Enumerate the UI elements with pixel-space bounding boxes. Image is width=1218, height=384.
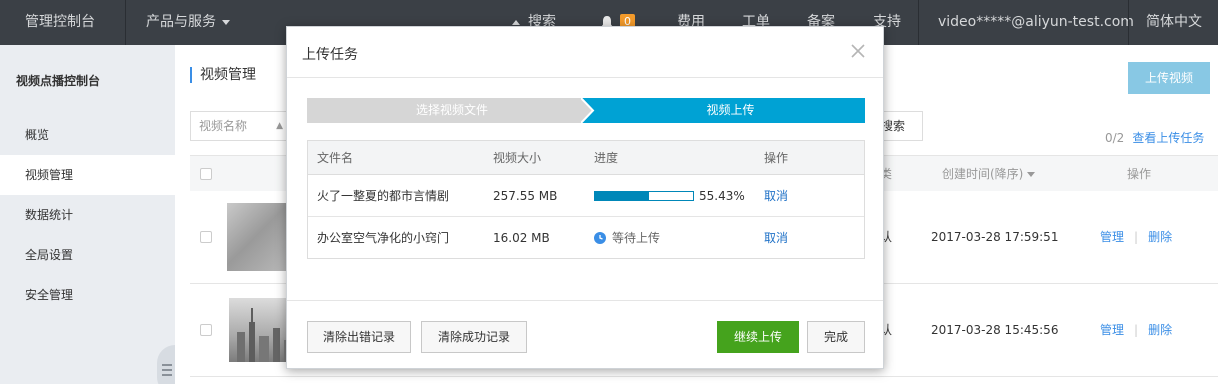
column-actions: 操作	[1127, 167, 1152, 181]
chevron-down-icon	[222, 19, 230, 25]
upload-progress-bar	[594, 191, 694, 201]
sidebar-collapse-toggle[interactable]	[157, 345, 175, 384]
column-created-label: 创建时间(降序)	[942, 167, 1024, 181]
upload-status: 等待上传	[594, 217, 660, 259]
divider	[125, 0, 126, 45]
divider: |	[1134, 323, 1139, 337]
upload-status-text: 等待上传	[612, 231, 661, 245]
delete-link[interactable]: 删除	[1148, 230, 1172, 244]
close-icon	[851, 44, 865, 58]
page-title: 视频管理	[190, 67, 256, 83]
clear-error-records-button[interactable]: 清除出错记录	[307, 321, 411, 353]
cancel-upload-link[interactable]: 取消	[764, 217, 788, 259]
sort-arrows-icon: ▲	[276, 121, 283, 131]
upload-progress-fill	[595, 192, 650, 200]
upload-task-dialog: 上传任务 选择视频文件 视频上传 文件名 视频大小 进度 操作 火了一整夏的都市…	[286, 26, 884, 369]
upload-progress-percent: 55.43%	[699, 189, 745, 203]
divider	[1128, 0, 1129, 45]
upload-task-table: 文件名 视频大小 进度 操作 火了一整夏的都市言情剧 257.55 MB 55.…	[307, 140, 865, 259]
divider	[918, 0, 919, 45]
column-created-sort[interactable]: 创建时间(降序)	[942, 156, 1041, 192]
file-name: 办公室空气净化的小窍门	[317, 231, 450, 245]
filter-select-value: 视频名称	[199, 119, 248, 133]
manage-link[interactable]: 管理	[1100, 323, 1124, 337]
clear-success-records-button[interactable]: 清除成功记录	[421, 321, 527, 353]
language-switch[interactable]: 简体中文	[1146, 0, 1202, 45]
sidebar-item-statistics[interactable]: 数据统计	[0, 195, 175, 235]
upload-video-button[interactable]: 上传视频	[1128, 62, 1210, 94]
close-button[interactable]	[847, 40, 869, 62]
sidebar-title: 视频点播控制台	[16, 74, 101, 88]
select-all-checkbox[interactable]	[200, 168, 212, 180]
account-menu[interactable]: video*****@aliyun-test.com	[938, 0, 1134, 45]
dialog-title: 上传任务	[302, 47, 358, 63]
view-upload-tasks-link[interactable]: 查看上传任务	[1132, 131, 1204, 145]
table-row: 火了一整夏的都市言情剧 257.55 MB 55.43% 取消	[308, 175, 864, 217]
divider: |	[1134, 230, 1139, 244]
upload-table-header: 文件名 视频大小 进度 操作	[308, 141, 864, 175]
sidebar-item-security[interactable]: 安全管理	[0, 275, 175, 315]
header-progress: 进度	[594, 151, 619, 165]
header-size: 视频大小	[493, 151, 542, 165]
cancel-upload-link[interactable]: 取消	[764, 175, 788, 217]
header-file-name: 文件名	[317, 151, 354, 165]
row-checkbox[interactable]	[200, 324, 212, 336]
clock-icon	[594, 231, 606, 244]
filter-select[interactable]: 视频名称 ▲	[190, 111, 290, 141]
console-home-link[interactable]: 管理控制台	[25, 0, 95, 45]
header-action: 操作	[764, 151, 789, 165]
dialog-header: 上传任务	[287, 27, 883, 78]
sidebar-item-global-settings[interactable]: 全局设置	[0, 235, 175, 275]
step-select-file: 选择视频文件	[307, 98, 597, 123]
search-caret-icon	[512, 19, 520, 25]
upload-counter-value: 0/2	[1105, 131, 1125, 145]
continue-upload-button[interactable]: 继续上传	[717, 321, 799, 353]
file-size: 16.02 MB	[493, 231, 550, 245]
step-arrow-icon	[581, 98, 595, 123]
dialog-footer: 清除出错记录 清除成功记录 继续上传 完成	[287, 300, 883, 368]
sidebar-item-video-management[interactable]: 视频管理	[0, 155, 175, 195]
step-upload-video: 视频上传	[582, 98, 865, 123]
products-menu-label: 产品与服务	[146, 14, 216, 30]
delete-link[interactable]: 删除	[1148, 323, 1172, 337]
file-size: 257.55 MB	[493, 189, 558, 203]
manage-link[interactable]: 管理	[1100, 230, 1124, 244]
upload-counter: 0/2 查看上传任务	[1105, 129, 1204, 146]
row-created-time: 2017-03-28 17:59:51	[931, 230, 1059, 244]
sort-down-icon	[1027, 172, 1036, 177]
upload-steps: 选择视频文件 视频上传	[307, 98, 865, 123]
menu-icon	[162, 364, 172, 376]
done-button[interactable]: 完成	[807, 321, 865, 353]
file-name: 火了一整夏的都市言情剧	[317, 189, 450, 203]
row-checkbox[interactable]	[200, 231, 212, 243]
products-menu[interactable]: 产品与服务	[146, 0, 236, 45]
sidebar: 视频点播控制台 概览 视频管理 数据统计 全局设置 安全管理	[0, 45, 175, 384]
sidebar-item-overview[interactable]: 概览	[0, 115, 175, 155]
row-created-time: 2017-03-28 15:45:56	[931, 323, 1059, 337]
table-row: 办公室空气净化的小窍门 16.02 MB 等待上传 取消	[308, 217, 864, 259]
